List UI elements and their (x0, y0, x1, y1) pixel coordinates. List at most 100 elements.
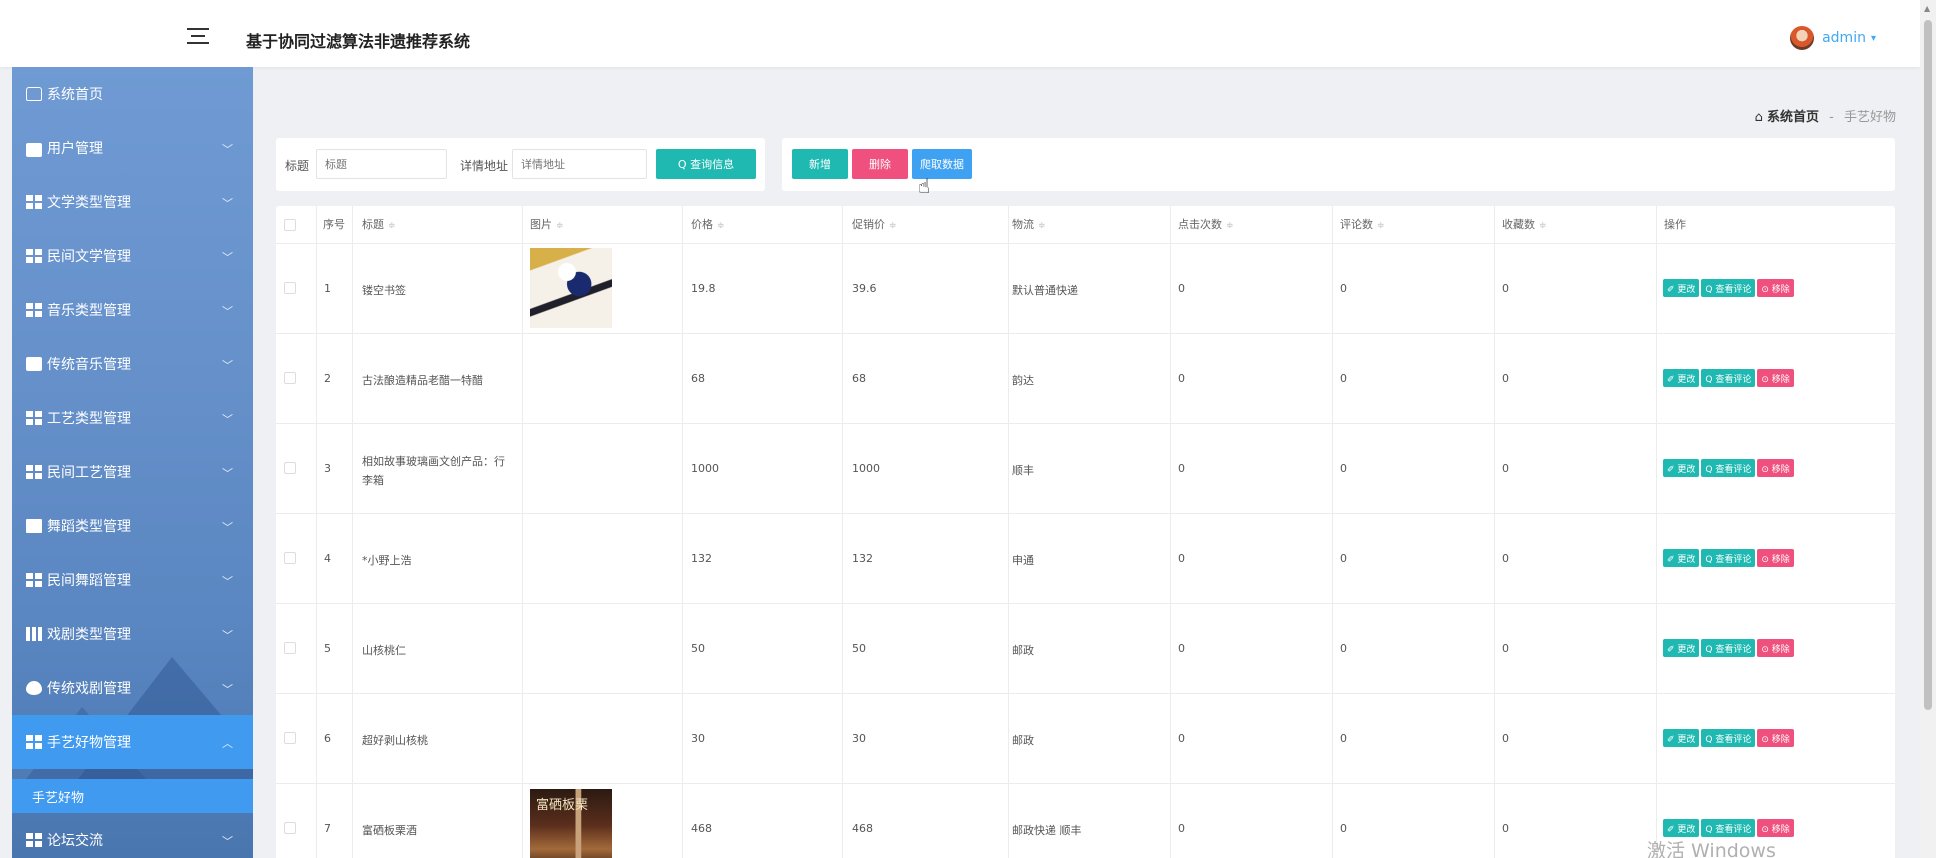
edit-button[interactable]: ✐ 更改 (1663, 819, 1700, 837)
sidebar-item-dance-type[interactable]: 舞蹈类型管理 ﹀ (12, 499, 253, 553)
remove-button[interactable]: ⊙ 移除 (1757, 639, 1794, 657)
column-divider (1494, 206, 1495, 858)
data-table: 序号 标题 ≑ 图片 ≑ 价格 ≑ 促销价 ≑ 物流 ≑ 点击次数 ≑ 评论数 ≑ 收藏数 ≑ … (276, 206, 1895, 858)
edit-button[interactable]: ✐ 更改 (1663, 459, 1700, 477)
add-button[interactable]: 新增 (792, 149, 848, 179)
select-all-checkbox[interactable] (284, 219, 296, 231)
row-index: 6 (324, 732, 331, 745)
grid-icon (26, 573, 42, 587)
top-header: 基于协同过滤算法非遗推荐系统 admin ▾ (0, 0, 1920, 67)
view-comments-button[interactable]: Q 查看评论 (1701, 819, 1756, 837)
row-clicks: 0 (1178, 642, 1185, 655)
sidebar-item-music-type[interactable]: 音乐类型管理 ﹀ (12, 283, 253, 337)
sidebar-item-label: 戏剧类型管理 (47, 627, 131, 643)
scrollbar-thumb[interactable] (1924, 20, 1932, 710)
menu-toggle-icon[interactable] (187, 28, 209, 44)
sidebar-item-drama-type[interactable]: 戏剧类型管理 ﹀ (12, 607, 253, 661)
row-divider (276, 423, 1895, 424)
page-scrollbar[interactable]: ▲ (1920, 0, 1936, 858)
sidebar-item-folk-literature[interactable]: 民间文学管理 ﹀ (12, 229, 253, 283)
view-comments-button[interactable]: Q 查看评论 (1701, 459, 1756, 477)
sort-icon: ≑ (1539, 221, 1547, 231)
sidebar-item-handicraft[interactable]: 手艺好物管理 ︿ (12, 715, 253, 769)
sort-icon: ≑ (556, 221, 564, 231)
edit-button[interactable]: ✐ 更改 (1663, 279, 1700, 297)
sidebar-item-traditional-music[interactable]: 传统音乐管理 ﹀ (12, 337, 253, 391)
row-clicks: 0 (1178, 732, 1185, 745)
row-logistics: 默认普通快递 (1012, 284, 1078, 297)
row-logistics: 邮政 (1012, 644, 1034, 657)
scroll-up-arrow-icon[interactable]: ▲ (1924, 4, 1930, 13)
header-favorites[interactable]: 收藏数 ≑ (1502, 206, 1547, 243)
remove-button[interactable]: ⊙ 移除 (1757, 279, 1794, 297)
user-icon (26, 143, 42, 157)
chevron-down-icon: ﹀ (222, 143, 233, 156)
user-menu[interactable]: admin ▾ (1790, 26, 1876, 50)
row-index: 1 (324, 282, 331, 295)
view-comments-button[interactable]: Q 查看评论 (1701, 279, 1756, 297)
sidebar-item-craft-type[interactable]: 工艺类型管理 ﹀ (12, 391, 253, 445)
url-search-input[interactable] (512, 149, 647, 179)
row-index: 2 (324, 372, 331, 385)
header-title[interactable]: 标题 ≑ (362, 206, 396, 243)
sidebar-item-home[interactable]: 系统首页 (12, 67, 253, 121)
row-checkbox[interactable] (284, 372, 296, 384)
sidebar-item-label: 系统首页 (47, 87, 103, 103)
row-clicks: 0 (1178, 372, 1185, 385)
sort-icon: ≑ (1377, 221, 1385, 231)
row-comments: 0 (1340, 462, 1347, 475)
view-comments-button[interactable]: Q 查看评论 (1701, 639, 1756, 657)
row-checkbox[interactable] (284, 462, 296, 474)
thumbnail-text: 富硒板栗 (536, 798, 589, 813)
header-promo-price[interactable]: 促销价 ≑ (852, 206, 897, 243)
sidebar-item-literature-type[interactable]: 文学类型管理 ﹀ (12, 175, 253, 229)
row-comments: 0 (1340, 822, 1347, 835)
grid-icon (26, 303, 42, 317)
header-image[interactable]: 图片 ≑ (530, 206, 564, 243)
row-checkbox[interactable] (284, 552, 296, 564)
row-checkbox[interactable] (284, 732, 296, 744)
edit-button[interactable]: ✐ 更改 (1663, 369, 1700, 387)
search-panel: 标题 详情地址 Q 查询信息 (276, 138, 765, 191)
remove-button[interactable]: ⊙ 移除 (1757, 819, 1794, 837)
header-price-label: 价格 (691, 218, 713, 231)
edit-button[interactable]: ✐ 更改 (1663, 549, 1700, 567)
query-button[interactable]: Q 查询信息 (656, 149, 756, 179)
sidebar-item-user-mgmt[interactable]: 用户管理 ﹀ (12, 121, 253, 175)
row-checkbox[interactable] (284, 642, 296, 654)
remove-button[interactable]: ⊙ 移除 (1757, 549, 1794, 567)
sidebar-subitem-handicraft[interactable]: 手艺好物 (12, 779, 253, 813)
view-comments-button[interactable]: Q 查看评论 (1701, 549, 1756, 567)
header-price[interactable]: 价格 ≑ (691, 206, 725, 243)
sidebar-item-forum[interactable]: 论坛交流 ﹀ (12, 813, 253, 858)
title-search-input[interactable] (316, 149, 447, 179)
header-logistics[interactable]: 物流 ≑ (1012, 206, 1046, 243)
title-label: 标题 (285, 159, 310, 173)
edit-button[interactable]: ✐ 更改 (1663, 639, 1700, 657)
edit-button[interactable]: ✐ 更改 (1663, 729, 1700, 747)
breadcrumb-home[interactable]: 系统首页 (1767, 110, 1819, 125)
view-comments-button[interactable]: Q 查看评论 (1701, 369, 1756, 387)
chevron-down-icon: ﹀ (222, 251, 233, 264)
sidebar-item-label: 传统戏剧管理 (47, 681, 131, 697)
row-price: 1000 (691, 462, 719, 475)
row-promo-price: 1000 (852, 462, 880, 475)
row-checkbox[interactable] (284, 822, 296, 834)
header-logistics-label: 物流 (1012, 218, 1034, 231)
header-comments[interactable]: 评论数 ≑ (1340, 206, 1385, 243)
sidebar-item-folk-dance[interactable]: 民间舞蹈管理 ﹀ (12, 553, 253, 607)
header-clicks[interactable]: 点击次数 ≑ (1178, 206, 1234, 243)
row-checkbox[interactable] (284, 282, 296, 294)
breadcrumb-separator: - (1829, 110, 1834, 125)
remove-button[interactable]: ⊙ 移除 (1757, 369, 1794, 387)
delete-button[interactable]: 删除 (852, 149, 908, 179)
sidebar-item-folk-craft[interactable]: 民间工艺管理 ﹀ (12, 445, 253, 499)
view-comments-button[interactable]: Q 查看评论 (1701, 729, 1756, 747)
column-divider (842, 206, 843, 858)
row-index: 5 (324, 642, 331, 655)
remove-button[interactable]: ⊙ 移除 (1757, 729, 1794, 747)
sidebar-item-traditional-drama[interactable]: 传统戏剧管理 ﹀ (12, 661, 253, 715)
remove-button[interactable]: ⊙ 移除 (1757, 459, 1794, 477)
app-title: 基于协同过滤算法非遗推荐系统 (246, 32, 471, 51)
column-divider (1656, 206, 1657, 858)
